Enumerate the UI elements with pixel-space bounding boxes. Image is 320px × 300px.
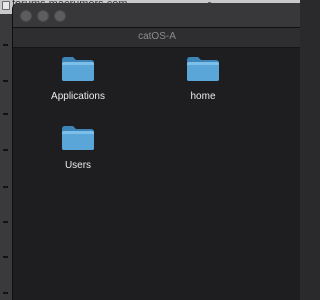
folder-label: Applications xyxy=(51,91,105,102)
edge-mark xyxy=(3,221,8,223)
edge-mark xyxy=(3,44,8,46)
window-title: catOS-A xyxy=(138,31,176,42)
zoom-button[interactable] xyxy=(54,10,66,22)
edge-mark xyxy=(3,256,8,258)
minimize-button[interactable] xyxy=(37,10,49,22)
edge-mark xyxy=(3,113,8,115)
folder-icon xyxy=(61,56,95,82)
edge-mark xyxy=(3,292,8,294)
desktop: forums.macrumors.com ↗ catOS-A xyxy=(0,0,300,300)
folder-content-area[interactable]: Applications home Users xyxy=(13,48,300,300)
folder-label: home xyxy=(190,91,216,102)
folder-item-users[interactable]: Users xyxy=(33,125,123,171)
edge-mark xyxy=(3,186,8,188)
folder-icon xyxy=(186,56,220,82)
folder-label: Users xyxy=(64,160,92,171)
close-button[interactable] xyxy=(20,10,32,22)
folder-item-applications[interactable]: Applications xyxy=(33,56,123,102)
window-path-bar: catOS-A xyxy=(13,28,300,48)
finder-window: catOS-A Applications home Users xyxy=(12,3,300,300)
window-titlebar[interactable] xyxy=(13,3,300,28)
edge-mark xyxy=(3,80,8,82)
page-icon xyxy=(2,1,10,10)
folder-item-home[interactable]: home xyxy=(158,56,248,102)
edge-mark xyxy=(3,149,8,151)
folder-icon xyxy=(61,125,95,151)
